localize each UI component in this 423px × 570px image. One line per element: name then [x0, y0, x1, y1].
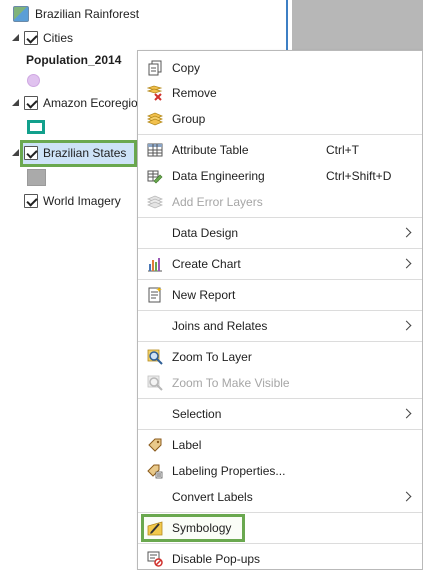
menu-item-zoom-to-layer[interactable]: Zoom To Layer [138, 344, 422, 370]
remove-icon [147, 85, 163, 101]
layer-context-menu: Copy Remove Group Attribute Table Ctrl+T [137, 50, 423, 570]
layer-row-world-imagery[interactable]: World Imagery [24, 191, 121, 211]
layer-label: World Imagery [43, 194, 121, 208]
expand-arrow-icon[interactable] [11, 98, 21, 108]
layer-row-brazilian-states[interactable]: Brazilian States [11, 143, 126, 163]
shortcut-text: Ctrl+Shift+D [326, 169, 392, 183]
layer-visibility-checkbox[interactable] [24, 96, 38, 110]
menu-item-symbology[interactable]: Symbology [138, 515, 422, 541]
labeling-properties-icon [147, 464, 163, 479]
menu-item-disable-popups[interactable]: Disable Pop-ups [138, 546, 422, 570]
layer-label: Cities [43, 31, 74, 45]
menu-separator [138, 341, 422, 342]
layer-row-cities[interactable]: Cities [11, 28, 73, 48]
copy-icon [148, 60, 162, 76]
menu-separator [138, 248, 422, 249]
menu-item-label[interactable]: Label [138, 432, 422, 458]
table-icon [147, 143, 163, 157]
menu-item-convert-labels[interactable]: Convert Labels [138, 484, 422, 510]
report-icon [148, 287, 162, 303]
error-layers-icon [147, 195, 163, 209]
layer-row-amazon-ecoregion[interactable]: Amazon Ecoregion [11, 93, 144, 113]
menu-separator [138, 279, 422, 280]
data-engineering-icon [147, 170, 163, 184]
map-view[interactable] [292, 0, 423, 52]
label-icon [148, 438, 162, 452]
symbol-header: Population_2014 [26, 53, 122, 67]
menu-item-new-report[interactable]: New Report [138, 282, 422, 308]
submenu-chevron-icon [401, 258, 412, 269]
expand-arrow-icon[interactable] [11, 33, 21, 43]
polygon-fill-symbol-swatch[interactable] [27, 169, 46, 186]
submenu-chevron-icon [401, 491, 412, 502]
submenu-chevron-icon [401, 320, 412, 331]
layer-visibility-checkbox[interactable] [24, 31, 38, 45]
group-icon [147, 112, 163, 126]
menu-item-joins-and-relates[interactable]: Joins and Relates [138, 313, 422, 339]
layer-label: Amazon Ecoregion [43, 96, 145, 110]
disable-popups-icon [147, 551, 163, 567]
submenu-chevron-icon [401, 408, 412, 419]
menu-item-attribute-table[interactable]: Attribute Table Ctrl+T [138, 137, 422, 163]
polygon-outline-symbol-swatch[interactable] [27, 120, 45, 134]
submenu-chevron-icon [401, 227, 412, 238]
chart-icon [148, 258, 162, 272]
symbology-icon [147, 521, 163, 536]
menu-separator [138, 429, 422, 430]
menu-item-labeling-properties[interactable]: Labeling Properties... [138, 458, 422, 484]
menu-item-remove[interactable]: Remove [138, 80, 422, 106]
menu-separator [138, 512, 422, 513]
menu-separator [138, 217, 422, 218]
menu-separator [138, 310, 422, 311]
layer-label: Brazilian States [43, 146, 127, 160]
menu-separator [138, 543, 422, 544]
menu-item-zoom-to-make-visible[interactable]: Zoom To Make Visible [138, 370, 422, 396]
menu-item-selection[interactable]: Selection [138, 401, 422, 427]
menu-separator [138, 398, 422, 399]
zoom-layer-icon [147, 349, 163, 365]
layer-visibility-checkbox[interactable] [24, 146, 38, 160]
menu-item-data-engineering[interactable]: Data Engineering Ctrl+Shift+D [138, 163, 422, 189]
menu-item-copy[interactable]: Copy [138, 55, 422, 81]
map-icon [13, 6, 29, 22]
shortcut-text: Ctrl+T [326, 143, 359, 157]
expand-arrow-icon[interactable] [11, 148, 21, 158]
map-node[interactable]: Brazilian Rainforest [13, 4, 139, 24]
point-symbol-swatch[interactable] [27, 74, 40, 87]
map-label: Brazilian Rainforest [35, 7, 140, 21]
layer-visibility-checkbox[interactable] [24, 194, 38, 208]
menu-item-group[interactable]: Group [138, 106, 422, 132]
menu-separator [138, 134, 422, 135]
menu-item-create-chart[interactable]: Create Chart [138, 251, 422, 277]
menu-item-data-design[interactable]: Data Design [138, 220, 422, 246]
menu-item-add-error-layers[interactable]: Add Error Layers [138, 189, 422, 215]
zoom-visible-icon [147, 375, 163, 391]
